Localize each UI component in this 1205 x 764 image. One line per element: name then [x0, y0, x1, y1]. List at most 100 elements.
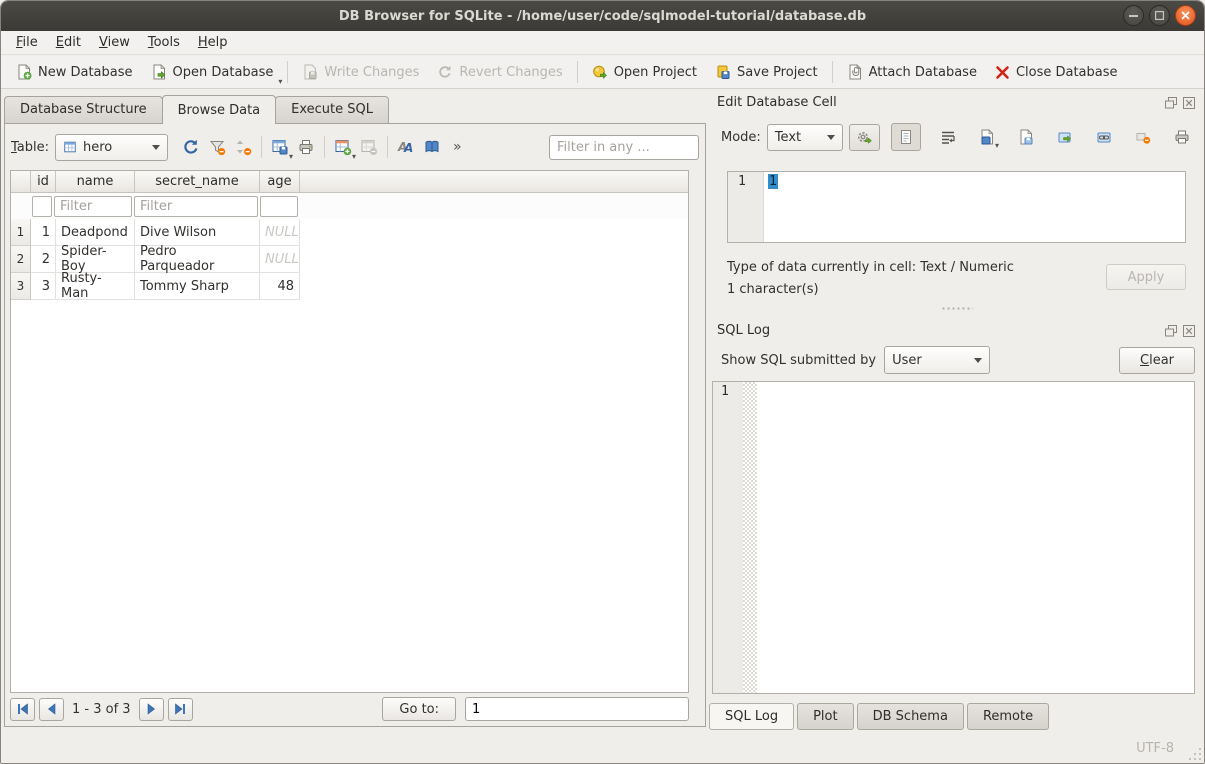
filter-any-input[interactable] — [549, 135, 699, 160]
filter-cell-secret-name — [133, 196, 259, 217]
menu-view[interactable]: View — [90, 32, 139, 53]
cell-secret-name[interactable]: Tommy Sharp — [135, 273, 260, 300]
dock-float-button[interactable] — [1164, 96, 1178, 110]
clear-filters-button[interactable] — [204, 134, 230, 160]
cell-id[interactable]: 3 — [31, 273, 56, 300]
cell-name[interactable]: Rusty-Man — [56, 273, 135, 300]
open-database-caret-icon[interactable]: ▾ — [278, 77, 282, 86]
word-wrap-icon — [940, 129, 956, 145]
print-button[interactable] — [293, 134, 319, 160]
toolbar-overflow-button[interactable]: » — [453, 139, 462, 155]
titlebar[interactable]: DB Browser for SQLite - /home/user/code/… — [1, 1, 1204, 31]
previous-record-button[interactable] — [39, 698, 64, 721]
column-header-id[interactable]: id — [31, 171, 56, 192]
cell-name[interactable]: Spider-Boy — [56, 246, 135, 273]
filter-input-name[interactable] — [54, 196, 132, 217]
save-table-icon — [271, 138, 289, 156]
menu-help[interactable]: Help — [189, 32, 237, 53]
first-record-button[interactable] — [10, 698, 35, 721]
selected-text: 1 — [768, 174, 778, 189]
close-button[interactable] — [1175, 5, 1196, 26]
cell-id[interactable]: 2 — [31, 246, 56, 273]
new-database-button[interactable]: New Database — [7, 59, 142, 85]
tab-browse-data[interactable]: Browse Data — [162, 95, 277, 124]
dock-close-button[interactable] — [1182, 96, 1196, 110]
dock-float-button[interactable] — [1164, 324, 1178, 338]
cell-editor-content[interactable]: 1 — [764, 172, 778, 242]
sql-log-editor[interactable]: 1 — [712, 381, 1195, 694]
save-results-button[interactable]: ▾ — [267, 134, 293, 160]
import-caret-icon[interactable]: ▾ — [995, 141, 999, 150]
close-database-button[interactable]: Close Database — [986, 60, 1127, 85]
filter-input-secret-name[interactable] — [134, 196, 258, 217]
resize-grip[interactable] — [1189, 748, 1201, 760]
auto-apply-button[interactable] — [849, 124, 880, 151]
menu-tools[interactable]: Tools — [139, 32, 189, 53]
apply-button[interactable]: Apply — [1106, 264, 1186, 290]
tab-db-schema[interactable]: DB Schema — [857, 703, 964, 730]
encoding-indicator[interactable]: UTF-8 — [1136, 741, 1174, 756]
tab-remote[interactable]: Remote — [967, 703, 1049, 730]
tab-database-structure[interactable]: Database Structure — [4, 96, 163, 123]
cell-age[interactable]: 48 — [260, 273, 300, 300]
sql-log-gutter: 1 — [713, 382, 743, 693]
set-null-button[interactable] — [1131, 125, 1155, 149]
clear-log-button[interactable]: Clear — [1119, 347, 1195, 374]
green-arrow-box-icon — [1057, 129, 1073, 145]
attach-database-button[interactable]: Attach Database — [838, 59, 986, 85]
tab-sql-log[interactable]: SQL Log — [709, 703, 794, 730]
dock-close-button[interactable] — [1182, 324, 1196, 338]
save-project-button[interactable]: Save Project — [706, 59, 827, 85]
row-header[interactable]: 2 — [11, 246, 31, 273]
cell-secret-name[interactable]: Dive Wilson — [135, 219, 260, 246]
export-file-button[interactable] — [1014, 125, 1038, 149]
revert-changes-button[interactable]: Revert Changes — [428, 59, 571, 85]
find-in-table-button[interactable] — [419, 134, 445, 160]
text-mode-button[interactable] — [891, 123, 921, 151]
open-project-button[interactable]: Open Project — [583, 59, 706, 85]
row-header[interactable]: 1 — [11, 219, 31, 246]
filter-input-id[interactable] — [32, 196, 52, 217]
tab-execute-sql[interactable]: Execute SQL — [275, 96, 389, 123]
cell-editor[interactable]: 1 1 — [727, 171, 1186, 243]
edit-display-format-button[interactable]: AA — [393, 134, 419, 160]
row-header[interactable]: 3 — [11, 273, 31, 300]
write-changes-button[interactable]: Write Changes — [293, 59, 428, 85]
submitted-by-select[interactable]: User — [884, 346, 990, 374]
column-header-secret-name[interactable]: secret_name — [135, 171, 260, 192]
next-record-button[interactable] — [139, 698, 164, 721]
sql-log-content[interactable] — [757, 382, 1194, 693]
link-button[interactable] — [1092, 125, 1116, 149]
cell-age[interactable]: NULL — [260, 219, 300, 246]
column-header-age[interactable]: age — [260, 171, 300, 192]
cell-name[interactable]: Deadpond — [56, 219, 135, 246]
table-select[interactable]: hero — [55, 134, 168, 161]
open-database-button[interactable]: Open Database ▾ — [142, 59, 283, 85]
mode-select[interactable]: Text — [767, 124, 843, 151]
column-header-name[interactable]: name — [56, 171, 135, 192]
cell-secret-name[interactable]: Pedro Parqueador — [135, 246, 260, 273]
horizontal-splitter-handle[interactable] — [941, 307, 973, 310]
goto-input[interactable] — [465, 697, 689, 721]
refresh-button[interactable] — [178, 134, 204, 160]
word-wrap-button[interactable] — [936, 125, 960, 149]
corner-header[interactable] — [11, 171, 31, 192]
import-file-button[interactable]: ▾ — [975, 125, 999, 149]
minimize-button[interactable] — [1123, 5, 1144, 26]
goto-button[interactable]: Go to: — [382, 697, 456, 721]
insert-record-button[interactable]: ▾ — [330, 134, 356, 160]
set-null-icon — [1135, 129, 1151, 145]
delete-record-button[interactable] — [356, 134, 382, 160]
maximize-button[interactable] — [1149, 5, 1170, 26]
cell-age[interactable]: NULL — [260, 246, 300, 273]
menu-file[interactable]: File — [7, 32, 47, 53]
print-cell-button[interactable] — [1170, 125, 1194, 149]
filter-cell-id — [31, 196, 53, 217]
apply-to-cell-button[interactable] — [1053, 125, 1077, 149]
clear-sort-button[interactable] — [230, 134, 256, 160]
menu-edit[interactable]: Edit — [47, 32, 90, 53]
last-record-button[interactable] — [168, 698, 193, 721]
cell-id[interactable]: 1 — [31, 219, 56, 246]
tab-plot[interactable]: Plot — [797, 703, 854, 730]
filter-input-age[interactable] — [260, 196, 298, 217]
